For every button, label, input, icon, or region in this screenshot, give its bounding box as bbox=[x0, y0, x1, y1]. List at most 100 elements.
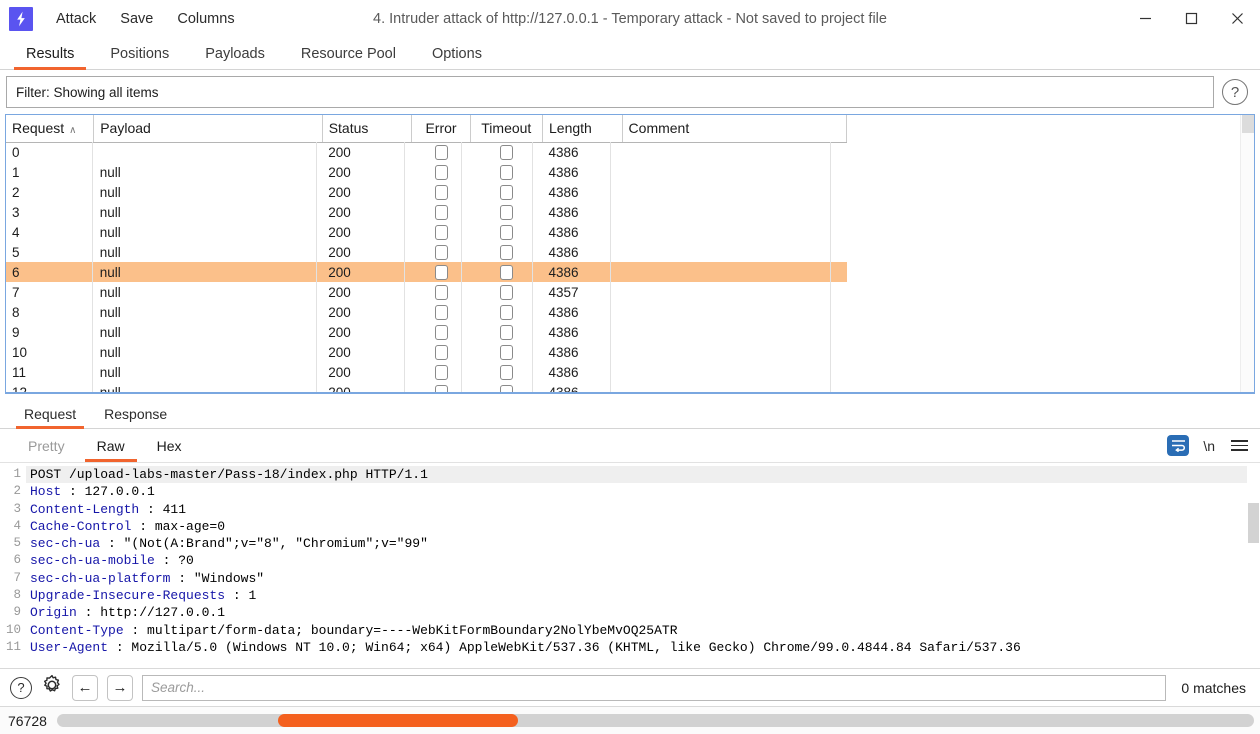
error-checkbox[interactable] bbox=[434, 284, 448, 300]
column-header-length[interactable]: Length bbox=[542, 115, 623, 143]
request-raw-content[interactable]: POST /upload-labs-master/Pass-18/index.p… bbox=[26, 463, 1260, 668]
column-header-payload[interactable]: Payload bbox=[93, 115, 323, 143]
header-value: : 1 bbox=[225, 588, 257, 604]
timeout-checkbox[interactable] bbox=[499, 384, 513, 392]
column-header-status[interactable]: Status bbox=[322, 115, 413, 143]
timeout-checkbox[interactable] bbox=[499, 364, 513, 380]
timeout-checkbox[interactable] bbox=[499, 164, 513, 180]
cell-request: 6 bbox=[6, 262, 94, 282]
error-checkbox[interactable] bbox=[434, 224, 448, 240]
error-checkbox[interactable] bbox=[434, 344, 448, 360]
timeout-checkbox[interactable] bbox=[499, 264, 513, 280]
cell-comment bbox=[622, 202, 846, 222]
hamburger-menu-icon[interactable] bbox=[1229, 438, 1250, 453]
table-row[interactable]: 2 null 200 4386 bbox=[6, 182, 847, 202]
search-input[interactable] bbox=[142, 674, 1167, 701]
header-name: User-Agent bbox=[30, 639, 109, 655]
error-checkbox[interactable] bbox=[434, 264, 448, 280]
menu-columns[interactable]: Columns bbox=[166, 7, 245, 31]
line-number: 7 bbox=[13, 570, 21, 585]
request-editor[interactable]: 1 2 3 4 5 6 7 8 9 10 11 POST /upload-labs-master/P… bbox=[0, 463, 1260, 668]
results-vertical-scrollbar[interactable] bbox=[1240, 115, 1254, 392]
table-row[interactable]: 1 null 200 4386 bbox=[6, 162, 847, 182]
error-checkbox[interactable] bbox=[434, 384, 448, 392]
newline-toggle[interactable]: \n bbox=[1203, 438, 1215, 454]
tab-raw[interactable]: Raw bbox=[81, 429, 141, 462]
maximize-button[interactable] bbox=[1168, 0, 1214, 38]
close-button[interactable] bbox=[1214, 0, 1260, 38]
tab-request[interactable]: Request bbox=[10, 399, 90, 429]
error-checkbox[interactable] bbox=[434, 184, 448, 200]
cell-status: 200 bbox=[328, 224, 351, 240]
cell-request: 2 bbox=[12, 184, 20, 200]
tab-resource-pool[interactable]: Resource Pool bbox=[283, 38, 414, 69]
editor-scroll-thumb[interactable] bbox=[1248, 503, 1259, 543]
column-header-request[interactable]: Request ∧ bbox=[6, 115, 95, 143]
error-checkbox[interactable] bbox=[434, 364, 448, 380]
editor-vertical-scrollbar[interactable] bbox=[1247, 463, 1260, 668]
table-row[interactable]: 10 null 200 4386 bbox=[6, 342, 847, 362]
error-checkbox[interactable] bbox=[434, 164, 448, 180]
table-row[interactable]: 3 null 200 4386 bbox=[6, 202, 847, 222]
window-controls bbox=[1122, 0, 1260, 38]
horizontal-scroll-thumb[interactable] bbox=[278, 714, 518, 727]
error-checkbox[interactable] bbox=[434, 244, 448, 260]
cell-request: 12 bbox=[12, 384, 28, 393]
menu-save[interactable]: Save bbox=[109, 7, 164, 31]
table-row[interactable]: 7 null 200 4357 bbox=[6, 282, 847, 302]
cell-payload bbox=[94, 142, 322, 162]
timeout-checkbox[interactable] bbox=[499, 204, 513, 220]
table-row[interactable]: 4 null 200 4386 bbox=[6, 222, 847, 242]
results-table[interactable]: Request ∧ Payload Status Error Timeout Le… bbox=[5, 114, 1255, 394]
cell-status: 200 bbox=[328, 344, 351, 360]
table-row[interactable]: 9 null 200 4386 bbox=[6, 322, 847, 342]
search-next-button[interactable]: → bbox=[107, 674, 133, 701]
timeout-checkbox[interactable] bbox=[499, 224, 513, 240]
timeout-checkbox[interactable] bbox=[499, 344, 513, 360]
header-value: : 127.0.0.1 bbox=[61, 484, 155, 500]
tab-payloads[interactable]: Payloads bbox=[187, 38, 283, 69]
column-header-error[interactable]: Error bbox=[411, 115, 471, 143]
table-row[interactable]: 0 200 4386 bbox=[6, 142, 847, 162]
tab-options[interactable]: Options bbox=[414, 38, 500, 69]
timeout-checkbox[interactable] bbox=[499, 184, 513, 200]
timeout-checkbox[interactable] bbox=[499, 324, 513, 340]
table-row[interactable]: 12 null 200 4386 bbox=[6, 382, 847, 392]
menu-attack[interactable]: Attack bbox=[45, 7, 107, 31]
cell-comment bbox=[622, 322, 846, 342]
table-row[interactable]: 8 null 200 4386 bbox=[6, 302, 847, 322]
error-checkbox[interactable] bbox=[434, 324, 448, 340]
minimize-button[interactable] bbox=[1122, 0, 1168, 38]
results-scroll-thumb[interactable] bbox=[1242, 115, 1254, 133]
column-header-timeout[interactable]: Timeout bbox=[470, 115, 544, 143]
tab-pretty[interactable]: Pretty bbox=[12, 429, 81, 462]
gear-icon[interactable] bbox=[41, 674, 63, 701]
horizontal-scrollbar[interactable] bbox=[56, 714, 1254, 727]
filter-bar[interactable]: Filter: Showing all items bbox=[6, 76, 1214, 108]
error-checkbox[interactable] bbox=[434, 145, 448, 161]
request-line: Origin : http://127.0.0.1 bbox=[26, 604, 1260, 621]
cell-status: 200 bbox=[328, 184, 351, 200]
timeout-checkbox[interactable] bbox=[499, 244, 513, 260]
table-row[interactable]: 11 null 200 4386 bbox=[6, 362, 847, 382]
table-row[interactable]: 5 null 200 4386 bbox=[6, 242, 847, 262]
timeout-checkbox[interactable] bbox=[499, 145, 513, 161]
help-circle-icon[interactable]: ? bbox=[10, 676, 32, 699]
help-circle-icon[interactable]: ? bbox=[1222, 79, 1248, 105]
timeout-checkbox[interactable] bbox=[499, 304, 513, 320]
tab-hex[interactable]: Hex bbox=[141, 429, 198, 462]
line-number: 2 bbox=[13, 484, 21, 499]
cell-request: 4 bbox=[12, 224, 20, 240]
error-checkbox[interactable] bbox=[434, 204, 448, 220]
tab-positions[interactable]: Positions bbox=[92, 38, 187, 69]
cell-request: 8 bbox=[12, 304, 20, 320]
header-name: Content-Type bbox=[30, 622, 124, 638]
search-prev-button[interactable]: ← bbox=[72, 674, 98, 701]
column-header-comment[interactable]: Comment bbox=[622, 115, 848, 143]
word-wrap-icon[interactable] bbox=[1167, 435, 1190, 456]
tab-results[interactable]: Results bbox=[8, 38, 92, 70]
tab-response[interactable]: Response bbox=[90, 399, 181, 428]
table-row[interactable]: 6 null 200 4386 bbox=[6, 262, 847, 282]
error-checkbox[interactable] bbox=[434, 304, 448, 320]
timeout-checkbox[interactable] bbox=[499, 284, 513, 300]
